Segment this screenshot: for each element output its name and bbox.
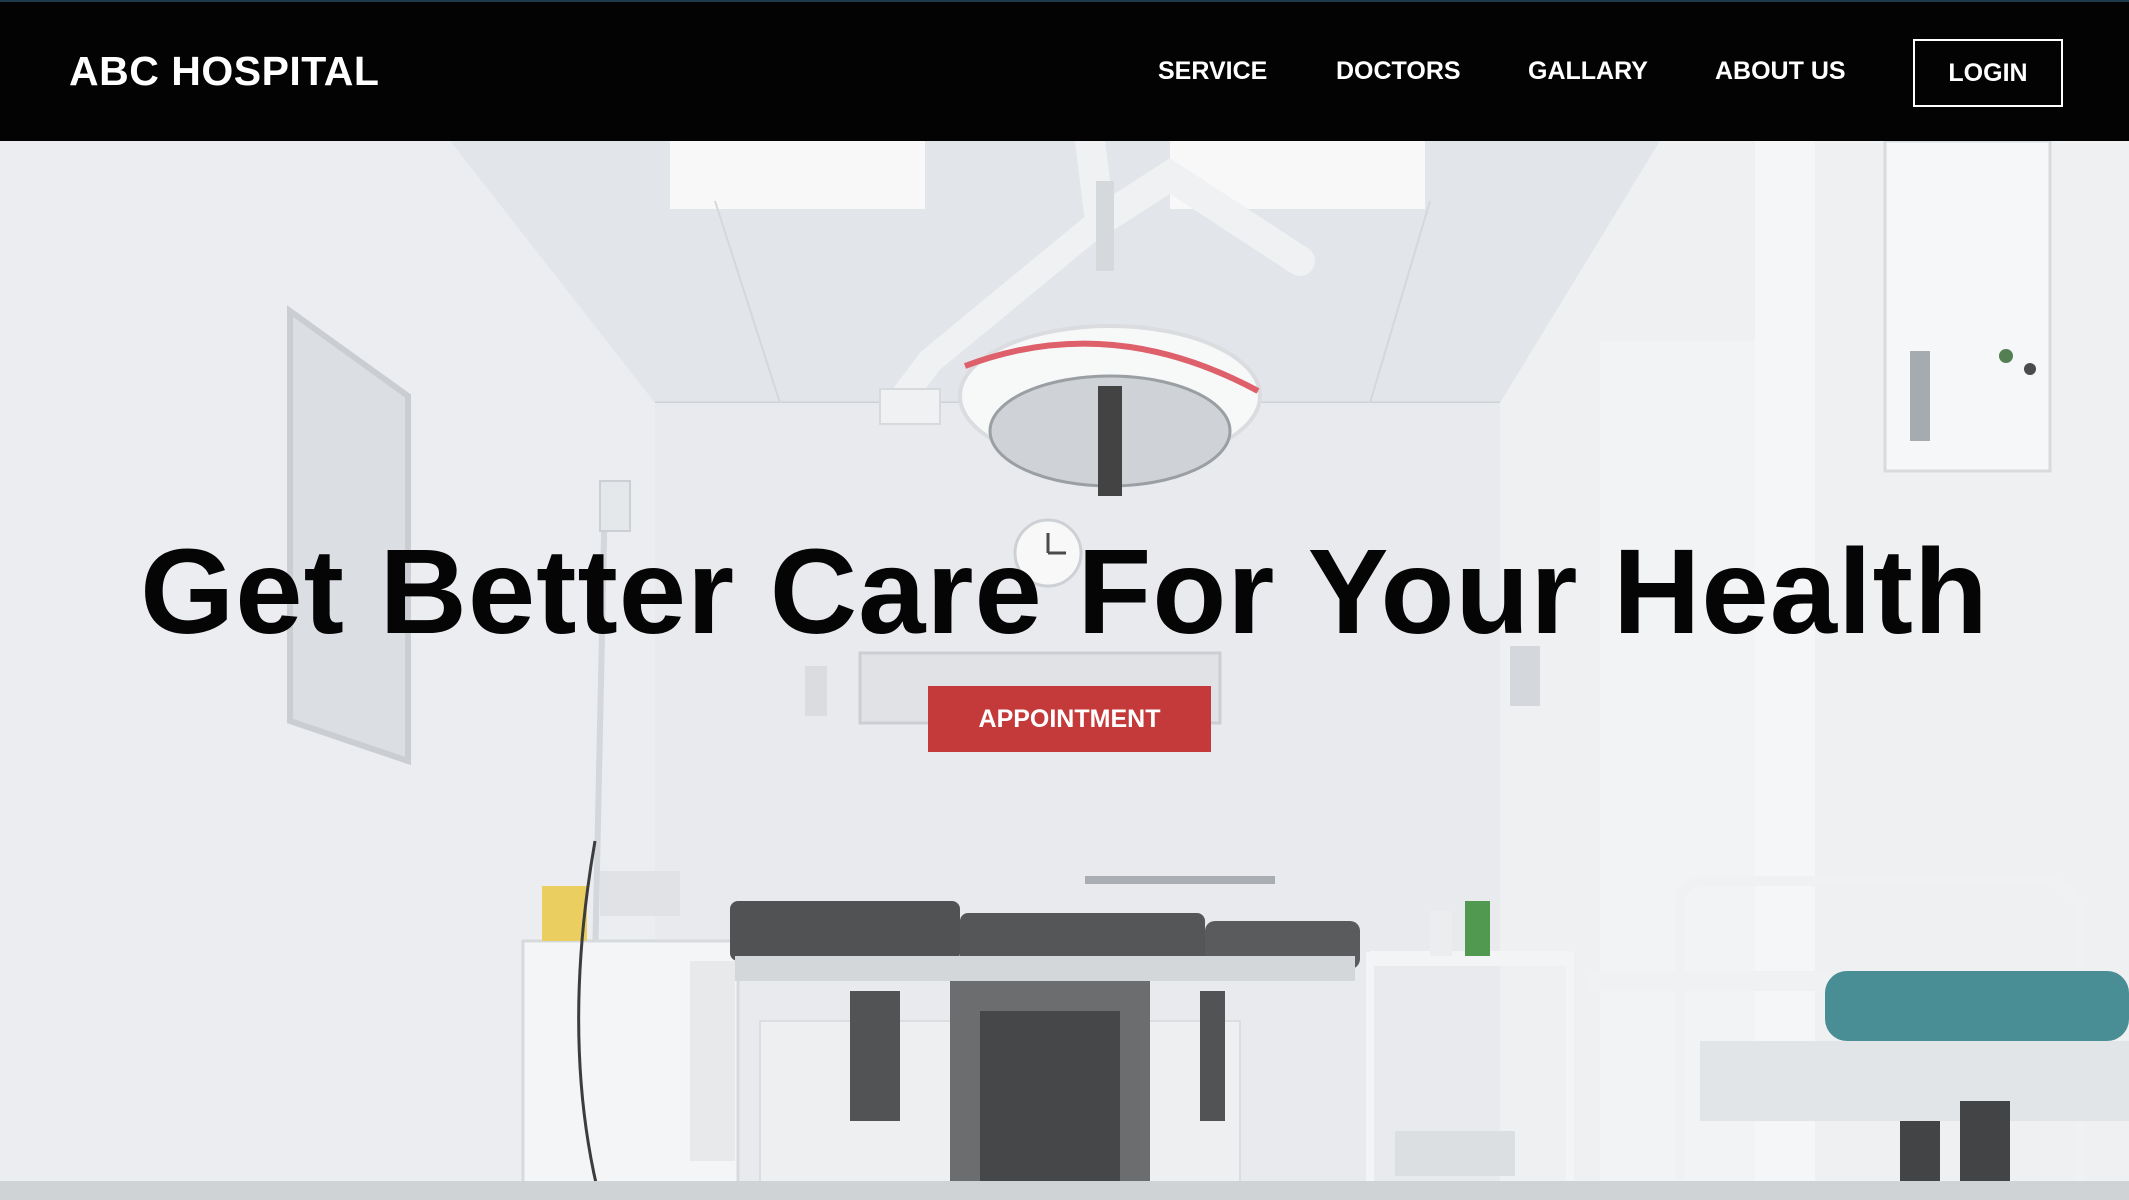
appointment-button[interactable]: APPOINTMENT [928,686,1211,752]
nav-link-about-us[interactable]: ABOUT US [1715,57,1846,86]
nav-link-service[interactable]: SERVICE [1158,57,1267,86]
top-navbar: ABC HOSPITAL SERVICE DOCTORS GALLARY ABO… [0,0,2129,141]
hero-headline: Get Better Care For Your Health [140,523,1989,659]
login-button[interactable]: LOGIN [1913,39,2063,107]
nav-link-doctors[interactable]: DOCTORS [1336,57,1461,86]
hero-section: Get Better Care For Your Health APPOINTM… [0,141,2129,1200]
nav-link-gallary[interactable]: GALLARY [1528,57,1648,86]
operating-room-background-image [0,141,2129,1200]
nav-links: SERVICE DOCTORS GALLARY ABOUT US [0,2,2129,141]
